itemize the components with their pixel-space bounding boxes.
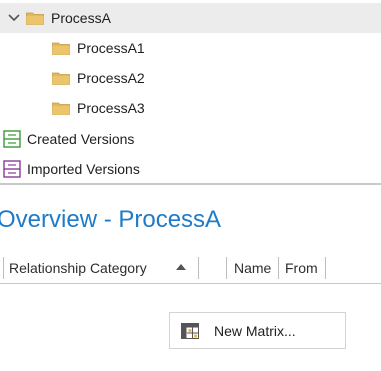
- tree-node-label: ProcessA: [51, 10, 111, 26]
- tree-node-processa1[interactable]: ProcessA1: [52, 33, 145, 63]
- matrix-icon: [181, 322, 199, 339]
- sort-ascending-icon[interactable]: [176, 264, 186, 270]
- column-header-name[interactable]: Name: [234, 260, 271, 276]
- tree-node-label: ProcessA2: [77, 70, 145, 86]
- column-separator[interactable]: [325, 257, 326, 279]
- chevron-down-icon[interactable]: [6, 10, 22, 26]
- folder-icon: [26, 12, 44, 25]
- app-root: ProcessA ProcessA1 ProcessA2 ProcessA3 C…: [0, 0, 381, 371]
- tree-node-processa2[interactable]: ProcessA2: [52, 63, 145, 93]
- column-separator[interactable]: [226, 257, 227, 279]
- tree-node-label: Imported Versions: [27, 161, 140, 177]
- tree-node-label: ProcessA1: [77, 40, 145, 56]
- tree-node-created-versions[interactable]: Created Versions: [3, 124, 134, 154]
- column-header-from[interactable]: From: [285, 260, 318, 276]
- tree-node-label: Created Versions: [27, 131, 135, 147]
- overview-title: Overview - ProcessA: [0, 206, 222, 233]
- column-separator[interactable]: [278, 257, 279, 279]
- folder-icon: [52, 42, 70, 55]
- created-versions-icon: [3, 130, 21, 148]
- project-tree: ProcessA ProcessA1 ProcessA2 ProcessA3 C…: [0, 0, 381, 184]
- new-matrix-button[interactable]: New Matrix...: [169, 312, 346, 349]
- imported-versions-icon: [3, 160, 21, 178]
- new-matrix-label: New Matrix...: [214, 322, 296, 339]
- tree-node-imported-versions[interactable]: Imported Versions: [3, 154, 140, 184]
- panel-splitter[interactable]: [0, 183, 381, 185]
- tree-node-processa3[interactable]: ProcessA3: [52, 93, 145, 123]
- column-separator[interactable]: [3, 257, 4, 279]
- tree-node-label: ProcessA3: [77, 100, 145, 116]
- grid-header: Relationship Category Name From: [0, 253, 381, 284]
- column-separator[interactable]: [198, 257, 199, 279]
- column-header-relationship-category[interactable]: Relationship Category: [9, 260, 147, 276]
- tree-node-processa[interactable]: ProcessA: [0, 3, 381, 33]
- folder-icon: [52, 72, 70, 85]
- folder-icon: [52, 102, 70, 115]
